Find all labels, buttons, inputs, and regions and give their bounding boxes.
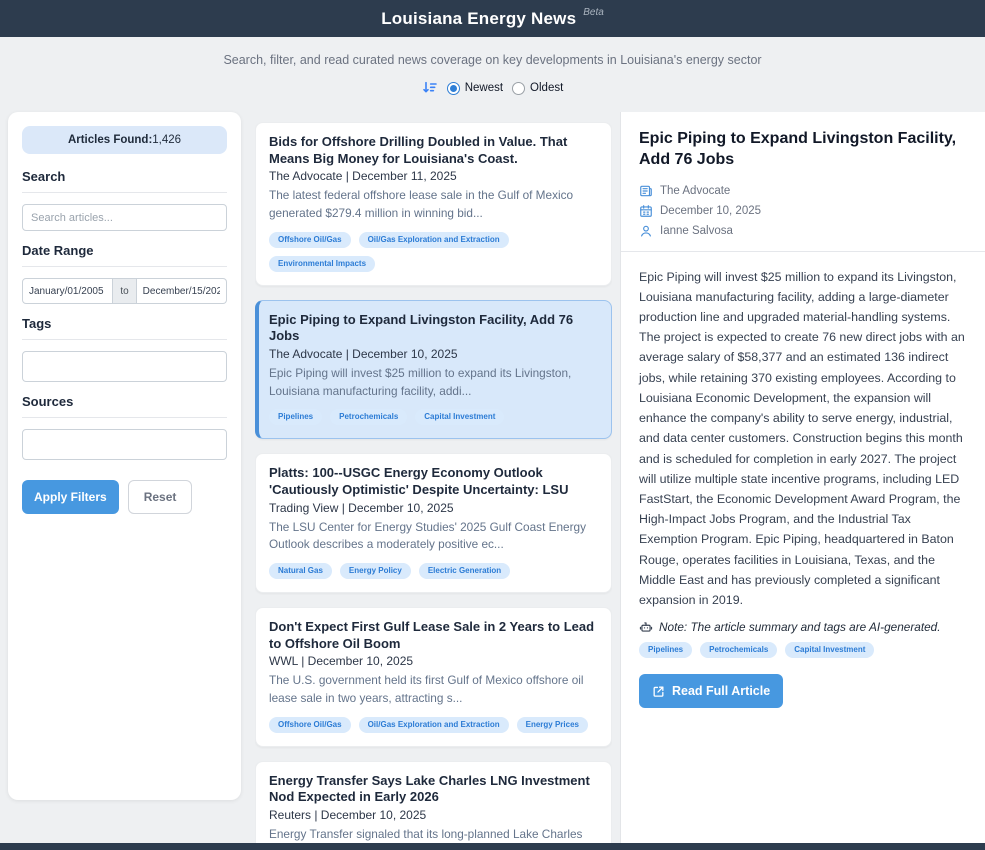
article-detail-panel: Epic Piping to Expand Livingston Facilit…: [620, 112, 985, 843]
article-summary: Energy Transfer signaled that its long-p…: [269, 826, 598, 843]
article-summary: The LSU Center for Energy Studies' 2025 …: [269, 519, 598, 554]
read-full-article-label: Read Full Article: [672, 684, 770, 698]
tag-chip: Oil/Gas Exploration and Extraction: [359, 717, 509, 733]
tag-chip: Natural Gas: [269, 563, 332, 579]
article-summary: The latest federal offshore lease sale i…: [269, 187, 598, 222]
newspaper-icon: [639, 184, 653, 198]
detail-date-row: December 10, 2025: [639, 204, 967, 218]
filters-sidebar: Articles Found:1,426 Search Date Range t…: [8, 112, 241, 800]
tag-chip: Energy Policy: [340, 563, 411, 579]
apply-filters-button[interactable]: Apply Filters: [22, 480, 119, 514]
article-source-date: Reuters | December 10, 2025: [269, 808, 598, 822]
article-tags: Natural Gas Energy Policy Electric Gener…: [269, 563, 598, 579]
sources-heading: Sources: [22, 394, 227, 409]
date-range-heading: Date Range: [22, 243, 227, 258]
article-title: Energy Transfer Says Lake Charles LNG In…: [269, 773, 598, 806]
divider: [22, 192, 227, 193]
article-source-date: The Advocate | December 11, 2025: [269, 169, 598, 183]
date-to-separator: to: [113, 278, 136, 304]
read-full-article-button[interactable]: Read Full Article: [639, 674, 783, 708]
tag-chip: Capital Investment: [415, 409, 504, 425]
tags-heading: Tags: [22, 316, 227, 331]
tag-chip: Petrochemicals: [700, 642, 777, 658]
article-title: Platts: 100--USGC Energy Economy Outlook…: [269, 465, 598, 498]
articles-found-badge: Articles Found:1,426: [22, 126, 227, 154]
article-card[interactable]: Bids for Offshore Drilling Doubled in Va…: [255, 122, 612, 286]
article-source-date: Trading View | December 10, 2025: [269, 501, 598, 515]
date-to-input[interactable]: [137, 278, 227, 304]
sort-newest-radio[interactable]: Newest: [447, 82, 503, 95]
article-list: Bids for Offshore Drilling Doubled in Va…: [255, 112, 612, 843]
detail-title: Epic Piping to Expand Livingston Facilit…: [639, 129, 967, 171]
radio-selected-icon[interactable]: [447, 82, 460, 95]
article-summary: The U.S. government held its first Gulf …: [269, 672, 598, 707]
article-card[interactable]: Platts: 100--USGC Energy Economy Outlook…: [255, 453, 612, 593]
divider: [22, 266, 227, 267]
article-tags: Pipelines Petrochemicals Capital Investm…: [269, 409, 598, 425]
date-from-input[interactable]: [22, 278, 113, 304]
detail-author: Ianne Salvosa: [660, 225, 733, 237]
divider: [621, 251, 985, 252]
app-subtitle: Search, filter, and read curated news co…: [0, 53, 985, 67]
detail-source: The Advocate: [660, 185, 730, 197]
article-tags: Offshore Oil/Gas Oil/Gas Exploration and…: [269, 717, 598, 733]
sort-descending-icon: [422, 80, 438, 96]
search-input[interactable]: [22, 204, 227, 231]
article-title: Don't Expect First Gulf Lease Sale in 2 …: [269, 619, 598, 652]
radio-unselected-icon[interactable]: [512, 82, 525, 95]
sources-input[interactable]: [22, 429, 227, 460]
robot-icon: [639, 620, 653, 634]
article-card-selected[interactable]: Epic Piping to Expand Livingston Facilit…: [255, 300, 612, 440]
tag-chip: Offshore Oil/Gas: [269, 232, 351, 248]
detail-date: December 10, 2025: [660, 205, 761, 217]
detail-source-row: The Advocate: [639, 184, 967, 198]
filter-buttons: Apply Filters Reset: [22, 480, 227, 514]
tag-chip: Environmental Impacts: [269, 256, 375, 272]
tag-chip: Electric Generation: [419, 563, 510, 579]
app-title: Louisiana Energy News: [381, 9, 576, 29]
external-link-icon: [652, 685, 665, 698]
article-tags: Offshore Oil/Gas Oil/Gas Exploration and…: [269, 232, 598, 272]
person-icon: [639, 224, 653, 238]
divider: [22, 339, 227, 340]
sort-oldest-radio[interactable]: Oldest: [512, 82, 563, 95]
reset-button[interactable]: Reset: [128, 480, 193, 514]
tag-chip: Energy Prices: [517, 717, 588, 733]
article-summary: Epic Piping will invest $25 million to e…: [269, 365, 598, 400]
tag-chip: Petrochemicals: [330, 409, 407, 425]
beta-badge: Beta: [583, 7, 604, 18]
sort-controls: Newest Oldest: [0, 80, 985, 96]
tag-chip: Pipelines: [639, 642, 692, 658]
tag-chip: Pipelines: [269, 409, 322, 425]
articles-found-label: Articles Found:: [68, 134, 152, 146]
article-source-date: The Advocate | December 10, 2025: [269, 347, 598, 361]
tags-input[interactable]: [22, 351, 227, 382]
tag-chip: Offshore Oil/Gas: [269, 717, 351, 733]
tag-chip: Capital Investment: [785, 642, 874, 658]
article-source-date: WWL | December 10, 2025: [269, 654, 598, 668]
calendar-icon: [639, 204, 653, 218]
detail-tags: Pipelines Petrochemicals Capital Investm…: [639, 642, 967, 658]
footer-bar: [0, 843, 985, 850]
ai-note-row: Note: The article summary and tags are A…: [639, 620, 967, 634]
article-card[interactable]: Don't Expect First Gulf Lease Sale in 2 …: [255, 607, 612, 747]
article-title: Bids for Offshore Drilling Doubled in Va…: [269, 134, 598, 167]
date-range-group: to: [22, 278, 227, 304]
ai-note-text: Note: The article summary and tags are A…: [659, 620, 941, 634]
detail-body: Epic Piping will invest $25 million to e…: [639, 267, 967, 611]
divider: [22, 417, 227, 418]
sort-newest-label: Newest: [465, 82, 503, 94]
article-title: Epic Piping to Expand Livingston Facilit…: [269, 312, 598, 345]
article-card[interactable]: Energy Transfer Says Lake Charles LNG In…: [255, 761, 612, 844]
search-heading: Search: [22, 169, 227, 184]
articles-found-value: 1,426: [152, 134, 181, 146]
tag-chip: Oil/Gas Exploration and Extraction: [359, 232, 509, 248]
detail-author-row: Ianne Salvosa: [639, 224, 967, 238]
sort-oldest-label: Oldest: [530, 82, 563, 94]
app-header: Louisiana Energy News Beta: [0, 0, 985, 37]
